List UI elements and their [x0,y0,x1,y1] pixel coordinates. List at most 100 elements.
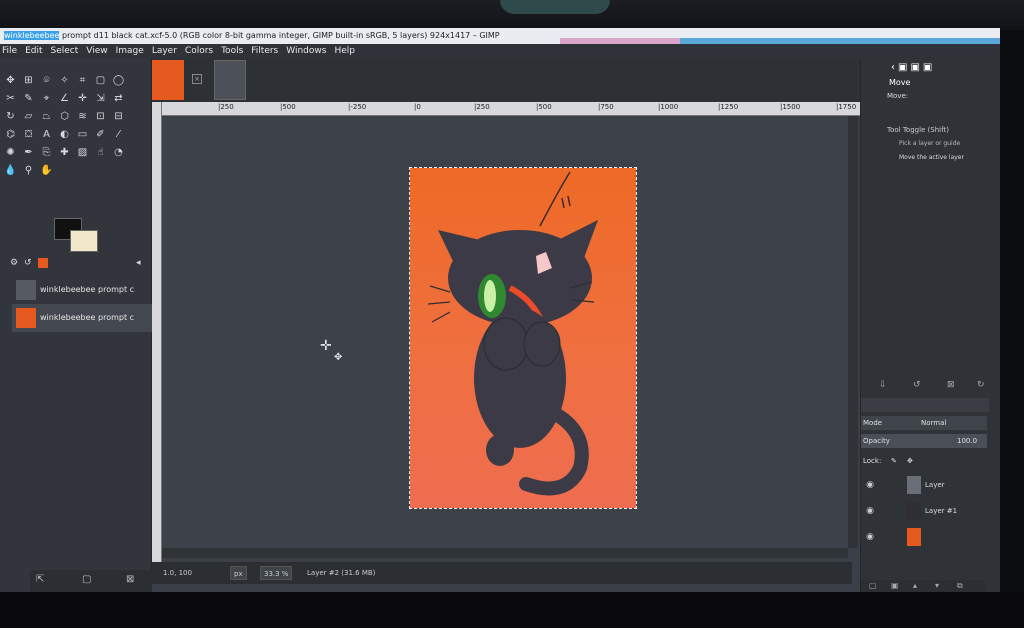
transform-icon[interactable]: ✛ [76,92,89,105]
undo-history-tab-icon[interactable]: ↺ [24,258,34,268]
move-tool-icon[interactable]: ✥ [4,74,17,87]
pencil-icon[interactable]: ▭ [76,128,89,141]
restore-options-icon[interactable]: ↺ [913,380,921,390]
perspective-icon[interactable]: ⏢ [40,110,53,123]
visibility-eye-icon[interactable]: ◉ [861,472,879,498]
warp-icon[interactable]: ≋ [76,110,89,123]
layer-group-icon[interactable]: ▣ [891,581,899,590]
dodge-icon[interactable]: ◔ [112,146,125,159]
free-select-icon[interactable]: ⌾ [40,74,53,87]
menu-select[interactable]: Select [51,44,79,58]
raise-view-icon[interactable]: ⇱ [36,574,44,585]
menu-filters[interactable]: Filters [251,44,278,58]
menu-file[interactable]: File [2,44,17,58]
menu-layer[interactable]: Layer [152,44,177,58]
image-thumbnail [16,308,36,328]
visibility-eye-icon[interactable]: ◉ [861,524,879,550]
zoom-selector[interactable]: 33.3 % [260,566,293,580]
delete-image-icon[interactable]: ⊠ [126,574,134,585]
menu-edit[interactable]: Edit [25,44,42,58]
horizontal-scrollbar[interactable] [162,548,848,558]
align-tool-icon[interactable]: ⊞ [22,74,35,87]
pick-layer-radio[interactable]: Pick a layer or guide [899,140,960,147]
menu-image[interactable]: Image [116,44,144,58]
shear-icon[interactable]: ▱ [22,110,35,123]
delete-options-icon[interactable]: ⊠ [947,380,955,390]
smudge-icon[interactable]: ☝ [94,146,107,159]
hand-icon[interactable]: ✋ [40,164,53,177]
blur-icon[interactable]: 💧 [4,164,17,177]
image-tab-active[interactable] [152,60,184,100]
visibility-eye-icon[interactable]: ◉ [861,498,879,524]
vertical-scrollbar[interactable] [848,116,858,548]
layer-mode-row[interactable]: Mode Normal [861,416,987,430]
text-icon[interactable]: A [40,128,53,141]
horizontal-ruler[interactable]: |250 |500 |-250 |0 |250 |500 |750 |1000 … [162,102,860,116]
crop-icon[interactable]: ⌗ [76,74,89,87]
layers-dock-tabs[interactable] [861,398,989,412]
zoom-tool-icon[interactable]: ⚲ [22,164,35,177]
layer-row[interactable]: ◉ Layer [861,472,981,498]
new-layer-icon[interactable]: ▢ [869,581,877,590]
bucket-fill-icon[interactable]: ⛋ [22,128,35,141]
images-tab-icon[interactable] [38,258,48,268]
duplicate-layer-icon[interactable]: ⧉ [957,581,963,591]
lock-position-icon[interactable]: ✥ [907,454,913,468]
handle-transform-icon[interactable]: ⊡ [94,110,107,123]
menu-colors[interactable]: Colors [185,44,213,58]
window-title: prompt d11 black cat.xcf-5.0 (RGB color … [59,31,500,40]
blend-icon[interactable]: ◐ [58,128,71,141]
layer-row[interactable]: ◉ Layer #1 [861,498,981,524]
dock-menu-icon[interactable]: ◂ [136,258,146,268]
rotate-icon[interactable]: ↻ [4,110,17,123]
lock-pixels-icon[interactable]: ✎ [891,454,897,468]
image-canvas[interactable]: ✛ ✥ [162,116,848,548]
ruler-tick: |750 [598,103,614,111]
opacity-slider[interactable]: Opacity 100.0 [861,434,987,448]
image-tab[interactable] [214,60,246,100]
airbrush-icon[interactable]: ✺ [4,146,17,159]
ruler-tick: |0 [414,103,421,111]
tab-close-icon[interactable]: × [192,74,202,84]
scissors-icon[interactable]: ✂ [4,92,17,105]
clone-icon[interactable]: ⎘ [40,146,53,159]
menu-help[interactable]: Help [334,44,355,58]
perspective-clone-icon[interactable]: ▨ [76,146,89,159]
cage-icon[interactable]: ⬡ [58,110,71,123]
scale-icon[interactable]: ⇲ [94,92,107,105]
heal-icon[interactable]: ✚ [58,146,71,159]
menu-tools[interactable]: Tools [221,44,243,58]
vertical-ruler[interactable] [152,102,162,562]
raise-layer-icon[interactable]: ▴ [913,581,917,590]
color-picker-icon[interactable]: ⌖ [40,92,53,105]
measure-icon[interactable]: ∠ [58,92,71,105]
new-display-icon[interactable]: ▢ [82,574,91,585]
ink-icon[interactable]: ✒ [22,146,35,159]
mode-value[interactable]: Normal [921,416,946,430]
layer-row[interactable]: ◉ [861,524,981,550]
paths-icon[interactable]: ✎ [22,92,35,105]
image-thumbnail [16,280,36,300]
unified-transform-icon[interactable]: ⊟ [112,110,125,123]
image-list-item[interactable]: winklebeebee prompt c [12,276,152,304]
rect-select-icon[interactable]: ▢ [94,74,107,87]
ruler-tick: |500 [536,103,552,111]
background-color-swatch[interactable] [70,230,98,252]
menu-view[interactable]: View [86,44,107,58]
cat-artwork[interactable] [409,167,637,509]
right-dock-tabs[interactable]: ‹▣▣▣ [891,62,935,73]
save-options-icon[interactable]: ⇩ [879,380,887,390]
tool-options-tab-icon[interactable]: ⚙ [10,258,20,268]
paintbrush-icon[interactable]: ✐ [94,128,107,141]
image-list-item[interactable]: winklebeebee prompt c [12,304,152,332]
fuzzy-select-icon[interactable]: ✧ [58,74,71,87]
text-tool-icon[interactable]: ⌬ [4,128,17,141]
ellipse-select-icon[interactable]: ◯ [112,74,125,87]
flip-icon[interactable]: ⇄ [112,92,125,105]
eraser-icon[interactable]: ⁄ [112,128,125,141]
unit-selector[interactable]: px [230,566,247,580]
move-active-layer-radio[interactable]: Move the active layer [899,154,964,161]
reset-options-icon[interactable]: ↻ [977,380,985,390]
menu-windows[interactable]: Windows [286,44,326,58]
lower-layer-icon[interactable]: ▾ [935,581,939,590]
